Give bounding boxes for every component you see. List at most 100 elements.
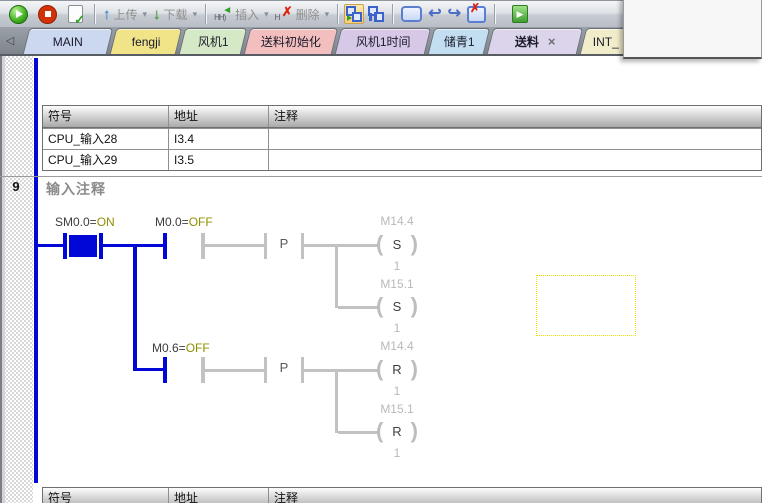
download-icon: ↓ — [153, 7, 161, 22]
tab-feed-init[interactable]: 送料初始化 — [244, 28, 338, 54]
tab-chuqing1-label: 储青1 — [444, 33, 475, 50]
insert-button[interactable]: ◄ HH) 插入 ▾ — [211, 4, 272, 25]
col-address: 地址 — [169, 106, 269, 127]
tab-fan1-time[interactable]: 风机1时间 — [335, 28, 431, 54]
power-rail — [34, 177, 38, 483]
tab-chuqing1[interactable]: 储青1 — [428, 28, 490, 54]
wire — [338, 431, 380, 434]
symbol-cell[interactable]: CPU_输入29 — [43, 150, 169, 170]
run-icon — [9, 5, 28, 24]
compile-check-icon: ✓ — [68, 5, 83, 23]
tab-strip: MAIN fengji 风机1 送料初始化 风机1时间 储青1 送料 × — [26, 28, 632, 54]
redo-button[interactable]: ↪ — [448, 6, 461, 22]
insert-icon: ◄ HH) — [214, 6, 232, 22]
branch-wire — [133, 246, 137, 370]
power-rail — [34, 58, 38, 176]
download-dropdown-icon[interactable]: ▾ — [193, 9, 198, 20]
upload-icon: ↑ — [103, 7, 111, 22]
clear-x-icon: ✗ — [470, 2, 480, 14]
toolbar-separator — [494, 4, 495, 24]
wire — [304, 244, 380, 247]
table-row[interactable]: CPU_输入29 I3.5 — [43, 149, 761, 170]
comment-cell[interactable] — [269, 129, 761, 149]
gutter-strip — [2, 56, 5, 503]
tab-main-label: MAIN — [53, 35, 83, 49]
address-cell[interactable]: I3.5 — [169, 150, 269, 170]
delete-icon: ✗ H — [275, 6, 293, 22]
green-doc-arrow-icon: ▶ — [517, 9, 524, 20]
col-symbol: 符号 — [43, 488, 169, 503]
col-comment: 注释 — [269, 106, 761, 127]
clear-box-button[interactable]: ✗ — [467, 6, 486, 23]
green-doc-button[interactable]: ▶ — [512, 5, 528, 23]
wire — [133, 368, 166, 371]
branch-wire — [335, 371, 338, 433]
wire — [205, 244, 265, 247]
contact-sm00[interactable] — [63, 233, 67, 259]
status-arrow-icon — [347, 15, 352, 21]
upload-button[interactable]: ↑ 上传 ▾ — [100, 4, 150, 25]
stop-icon — [38, 5, 57, 24]
tab-main[interactable]: MAIN — [23, 28, 113, 54]
pause-status-button[interactable] — [366, 4, 386, 24]
tab-scroll-left-button[interactable]: ◁ — [2, 31, 18, 49]
col-comment: 注释 — [269, 488, 761, 503]
program-status-button[interactable] — [344, 4, 364, 24]
download-label: 下载 — [164, 6, 188, 23]
selection-cursor[interactable] — [536, 275, 636, 336]
insert-label: 插入 — [235, 6, 259, 23]
contact-m00[interactable] — [163, 233, 167, 259]
p-contact[interactable] — [264, 233, 267, 259]
col-symbol: 符号 — [43, 106, 169, 127]
symbol-table-bottom: 符号 地址 注释 — [42, 487, 762, 503]
table-row[interactable]: CPU_输入28 I3.4 — [43, 128, 761, 149]
network-title[interactable]: 输入注释 — [46, 179, 106, 199]
tab-feed-init-label: 送料初始化 — [261, 33, 321, 50]
address-cell[interactable]: I3.4 — [169, 129, 269, 149]
delete-button[interactable]: ✗ H 删除 ▾ — [272, 4, 333, 25]
undo-button[interactable]: ↩ — [428, 6, 441, 22]
branch-wire — [335, 246, 338, 308]
tab-fan1[interactable]: 风机1 — [179, 28, 247, 54]
run-button[interactable] — [4, 3, 33, 26]
p-contact[interactable] — [264, 357, 267, 383]
coil-set-m151[interactable]: (S) — [376, 293, 418, 319]
wire — [304, 369, 380, 372]
tab-fan1-time-label: 风机1时间 — [356, 33, 411, 50]
toolbar-separator — [392, 4, 393, 24]
tab-songliao-active[interactable]: 送料 × — [487, 28, 583, 54]
delete-dropdown-icon[interactable]: ▾ — [325, 9, 330, 20]
contact-label-m06: M0.6=OFF — [152, 341, 210, 355]
coil-set-m144[interactable]: (S) — [376, 231, 418, 257]
toolbar-separator — [337, 4, 338, 24]
symbol-cell[interactable]: CPU_输入28 — [43, 129, 169, 149]
wire — [205, 369, 265, 372]
box-tool-button[interactable] — [401, 6, 422, 22]
coil-address: M15.1 — [366, 277, 428, 291]
symbol-table-top: 符号 地址 注释 CPU_输入28 I3.4 CPU_输入29 I3.5 — [42, 105, 762, 171]
p-contact-label: P — [269, 360, 299, 375]
insert-dropdown-icon[interactable]: ▾ — [264, 9, 269, 20]
toolbar-separator — [205, 4, 206, 24]
coil-count: 1 — [376, 446, 418, 460]
comment-cell[interactable] — [269, 150, 761, 170]
contact-m06[interactable] — [163, 357, 167, 383]
network-separator — [0, 176, 762, 177]
contact-label-sm00: SM0.0=ON — [55, 215, 115, 229]
p-contact-label: P — [269, 236, 299, 251]
delete-label: 删除 — [296, 6, 320, 23]
coil-count: 1 — [376, 321, 418, 335]
col-address: 地址 — [169, 488, 269, 503]
contact-label-m00: M0.0=OFF — [155, 215, 213, 229]
tab-fengji-label: fengji — [132, 35, 161, 49]
coil-reset-m144[interactable]: (R) — [376, 356, 418, 382]
tab-close-icon[interactable]: × — [548, 35, 556, 48]
wire — [338, 306, 380, 309]
coil-reset-m151[interactable]: (R) — [376, 418, 418, 444]
download-button[interactable]: ↓ 下载 ▾ — [150, 4, 200, 25]
contact-sm00-energized[interactable] — [69, 235, 97, 257]
stop-button[interactable] — [33, 3, 62, 26]
tab-fengji[interactable]: fengji — [110, 28, 182, 54]
compile-button[interactable]: ✓ — [62, 3, 89, 25]
upload-dropdown-icon[interactable]: ▾ — [143, 9, 148, 20]
